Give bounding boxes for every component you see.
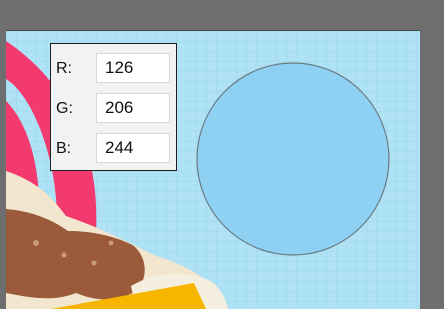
blue-input[interactable] bbox=[96, 133, 170, 163]
green-label: G: bbox=[56, 100, 73, 117]
rgb-color-picker: R: G: B: bbox=[50, 43, 177, 171]
brown-speck-3 bbox=[91, 260, 97, 266]
workspace-right-edge bbox=[420, 30, 444, 308]
red-row: R: bbox=[51, 53, 178, 85]
brown-speck-1 bbox=[33, 240, 39, 246]
blue-label: B: bbox=[56, 140, 72, 157]
red-label: R: bbox=[56, 60, 72, 77]
green-input[interactable] bbox=[96, 93, 170, 123]
green-row: G: bbox=[51, 93, 178, 125]
blue-row: B: bbox=[51, 133, 178, 165]
brown-speck-2 bbox=[61, 252, 67, 258]
red-input[interactable] bbox=[96, 53, 170, 83]
brown-speck-4 bbox=[108, 240, 114, 246]
sampled-color-circle bbox=[196, 62, 390, 256]
